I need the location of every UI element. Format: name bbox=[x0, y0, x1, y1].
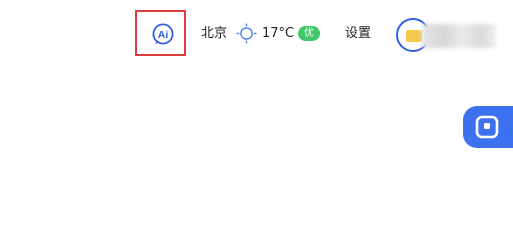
ai-assistant-button[interactable]: Ai bbox=[152, 23, 174, 45]
top-bar: Ai 北京 17°C 优 设置 bbox=[0, 0, 513, 64]
weather-city[interactable]: 北京 bbox=[201, 25, 227, 43]
username-blurred bbox=[422, 24, 496, 48]
ai-label: Ai bbox=[158, 29, 169, 41]
sun-icon bbox=[236, 23, 257, 44]
floating-widget-button[interactable] bbox=[463, 106, 513, 148]
settings-link[interactable]: 设置 bbox=[345, 25, 371, 43]
avatar-image bbox=[406, 30, 422, 42]
account-area[interactable] bbox=[396, 14, 513, 52]
air-quality-badge: 优 bbox=[298, 26, 320, 41]
ai-chat-icon: Ai bbox=[152, 23, 174, 45]
weather-temperature[interactable]: 17°C bbox=[262, 25, 294, 43]
square-app-icon bbox=[475, 115, 499, 139]
page: Ai 北京 17°C 优 设置 bbox=[0, 0, 513, 208]
